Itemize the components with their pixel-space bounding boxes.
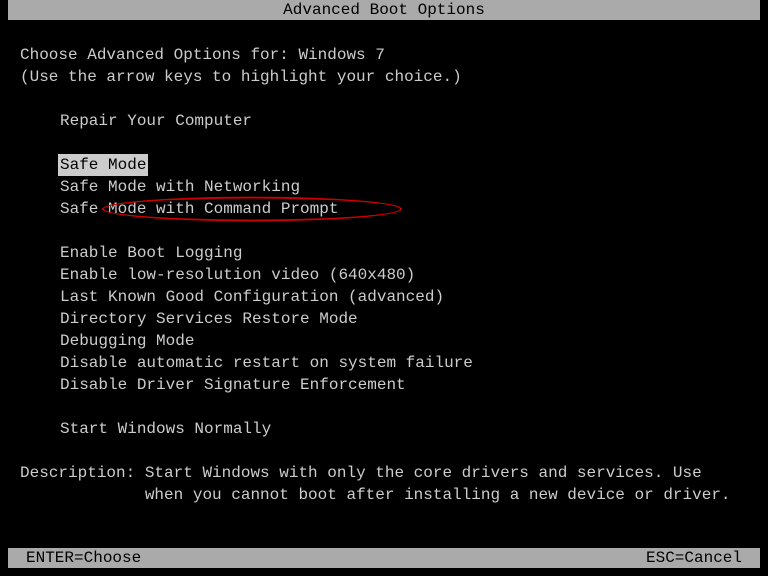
description-text-2: when you cannot boot after installing a … xyxy=(145,486,731,504)
menu-item-safe-mode[interactable]: Safe Mode xyxy=(58,154,148,176)
menu-item-ds-restore[interactable]: Directory Services Restore Mode xyxy=(60,308,358,330)
boot-menu: Repair Your Computer Safe Mode Safe Mode… xyxy=(8,110,760,440)
description-text-1: Start Windows with only the core drivers… xyxy=(145,464,702,482)
menu-item-safe-mode-networking[interactable]: Safe Mode with Networking xyxy=(60,176,300,198)
description-label: Description: xyxy=(20,464,145,482)
footer-esc: ESC=Cancel xyxy=(646,549,742,567)
subheading: (Use the arrow keys to highlight your ch… xyxy=(8,66,760,88)
menu-item-boot-logging[interactable]: Enable Boot Logging xyxy=(60,242,242,264)
menu-item-safe-mode-cmd[interactable]: Safe Mode with Command Prompt xyxy=(60,198,338,220)
menu-item-disable-auto-restart[interactable]: Disable automatic restart on system fail… xyxy=(60,352,473,374)
footer-bar: ENTER=Choose ESC=Cancel xyxy=(8,548,760,568)
footer-enter: ENTER=Choose xyxy=(26,549,141,567)
page-title: Advanced Boot Options xyxy=(283,1,485,19)
title-bar: Advanced Boot Options xyxy=(8,0,760,20)
menu-item-repair[interactable]: Repair Your Computer xyxy=(60,110,252,132)
menu-item-low-res[interactable]: Enable low-resolution video (640x480) xyxy=(60,264,415,286)
menu-item-last-known-good[interactable]: Last Known Good Configuration (advanced) xyxy=(60,286,444,308)
menu-item-debugging[interactable]: Debugging Mode xyxy=(60,330,194,352)
menu-item-start-normally[interactable]: Start Windows Normally xyxy=(60,418,271,440)
description-block: Description: Start Windows with only the… xyxy=(8,462,760,506)
menu-item-disable-driver-sig[interactable]: Disable Driver Signature Enforcement xyxy=(60,374,406,396)
heading: Choose Advanced Options for: Windows 7 xyxy=(8,44,760,66)
